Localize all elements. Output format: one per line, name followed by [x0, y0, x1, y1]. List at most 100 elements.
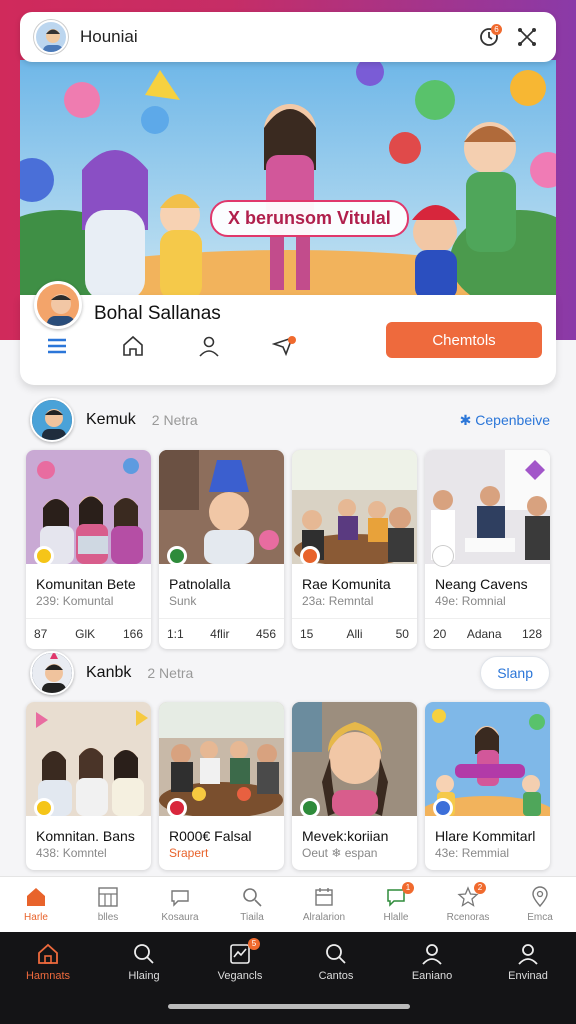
- send-button[interactable]: [270, 331, 300, 361]
- tab-eaniano[interactable]: Eaniano: [400, 942, 464, 982]
- card-stat: Adana: [466, 627, 502, 641]
- card-title: Patnolalla: [169, 576, 231, 592]
- community-card[interactable]: Hlare Kommitarl 43e: Remmial: [425, 702, 550, 870]
- home-indicator[interactable]: [168, 1004, 410, 1009]
- card-subtitle: 43e: Remmial: [435, 846, 510, 860]
- card-title: Komunitan Bete: [36, 576, 136, 592]
- card-status-dot: [300, 798, 320, 818]
- card-status-dot: [433, 798, 453, 818]
- notifications-button[interactable]: 6: [474, 22, 504, 52]
- location-pin-icon: [532, 886, 548, 908]
- profile-button[interactable]: [194, 331, 224, 361]
- home-icon: [38, 943, 58, 964]
- tab-emca[interactable]: Emca: [508, 886, 572, 923]
- profile-card: Bohal Sallanas Chemtols: [20, 281, 556, 385]
- card-stat: 1:1: [167, 627, 184, 641]
- tab-rcenoras[interactable]: 2 Rcenoras: [436, 882, 500, 923]
- card-title: Mevek:koriian: [302, 828, 389, 844]
- home-button[interactable]: [118, 331, 148, 361]
- tab-cantos[interactable]: Cantos: [304, 942, 368, 982]
- user-avatar[interactable]: [34, 20, 68, 54]
- tab-badge: 1: [402, 882, 414, 894]
- tab-blles[interactable]: blles: [76, 886, 140, 923]
- notification-badge: 6: [491, 24, 502, 35]
- menu-button[interactable]: [42, 331, 72, 361]
- card-title: Hlare Kommitarl: [435, 828, 536, 844]
- tab-label: Hlaing: [128, 970, 160, 982]
- section-count: 2 Netra: [151, 412, 198, 428]
- card-stat: Alli: [346, 627, 363, 641]
- card-stats: 20 Adana 128: [425, 618, 550, 649]
- section-action-link[interactable]: ✱ Cepenbeive: [460, 412, 550, 429]
- card-stat: 128: [521, 627, 542, 641]
- tab-hamnats[interactable]: Hamnats: [16, 942, 80, 982]
- card-stat: 87: [34, 627, 48, 641]
- section-header-2: Kanbk 2 Netra Slanp: [30, 648, 550, 698]
- profile-name: Bohal Sallanas: [94, 303, 221, 324]
- tab-label: Eaniano: [411, 970, 453, 982]
- card-subtitle: 23a: Remntal: [302, 594, 374, 608]
- card-row-2: Komnitan. Bans 438: Komntel R000€ Falsal…: [26, 702, 550, 870]
- card-stats: 15 Alli 50: [292, 618, 417, 649]
- community-card[interactable]: Neang Cavens 49e: Romnial 20 Adana 128: [425, 450, 550, 649]
- tab-label: Emca: [527, 912, 553, 923]
- tab-vegancls[interactable]: 5 Vegancls: [208, 938, 272, 982]
- community-card[interactable]: Patnolalla Sunk 1:1 4flir 456: [159, 450, 284, 649]
- section-avatar[interactable]: [30, 651, 74, 695]
- community-card[interactable]: R000€ Falsal Srapert: [159, 702, 284, 870]
- primary-action-button[interactable]: Chemtols: [386, 322, 542, 358]
- section-action-button[interactable]: Slanp: [480, 656, 550, 690]
- community-card[interactable]: Rae Komunita 23a: Remntal 15 Alli 50: [292, 450, 417, 649]
- card-status-dot: [34, 546, 54, 566]
- community-card[interactable]: Komnitan. Bans 438: Komntel: [26, 702, 151, 870]
- tab-hlaing[interactable]: Hlaing: [112, 942, 176, 982]
- card-stats: 87 GlK 166: [26, 618, 151, 649]
- card-stat: 15: [300, 627, 314, 641]
- card-stat: 166: [122, 627, 143, 641]
- search-icon: [326, 944, 346, 964]
- card-stats: 1:1 4flir 456: [159, 618, 284, 649]
- tab-label: Harle: [24, 912, 48, 923]
- grid-icon: [98, 887, 118, 907]
- network-icon: [518, 28, 536, 46]
- tab-label: blles: [97, 912, 119, 923]
- primary-tab-bar: Hamnats Hlaing 5 Vegancls Cantos Eaniano…: [0, 932, 576, 1024]
- section-count: 2 Netra: [147, 665, 194, 681]
- tab-hlalle[interactable]: 1 Hlalle: [364, 882, 428, 923]
- search-icon: [243, 888, 262, 907]
- section-title: Kemuk: [86, 411, 136, 428]
- card-status-dot: [433, 546, 453, 566]
- tab-label: Vegancls: [217, 970, 263, 982]
- tab-label: Hlalle: [383, 912, 409, 923]
- profile-nav: [42, 331, 300, 361]
- card-subtitle: 239: Komuntal: [36, 594, 114, 608]
- card-status-dot: [34, 798, 54, 818]
- community-card[interactable]: Komunitan Bete 239: Komuntal 87 GlK 166: [26, 450, 151, 649]
- home-icon: [27, 888, 45, 906]
- send-icon: [272, 336, 296, 357]
- card-title: Rae Komunita: [302, 576, 391, 592]
- tab-label: Alralarion: [302, 912, 346, 923]
- card-subtitle: Sunk: [169, 594, 197, 608]
- tab-envinad[interactable]: Envinad: [496, 942, 560, 982]
- card-stat: 456: [255, 627, 276, 641]
- share-button[interactable]: [512, 22, 542, 52]
- chat-bubble-icon: [171, 890, 189, 907]
- community-card[interactable]: Mevek:koriian Oeut ❄ espan: [292, 702, 417, 870]
- section-avatar[interactable]: [30, 398, 74, 442]
- card-subtitle: 438: Komntel: [36, 846, 107, 860]
- card-title: R000€ Falsal: [169, 828, 252, 844]
- tab-alralarion[interactable]: Alralarion: [292, 886, 356, 923]
- profile-avatar[interactable]: [34, 281, 82, 329]
- tab-tiaila[interactable]: Tiaila: [220, 886, 284, 923]
- card-stat: 50: [395, 627, 409, 641]
- card-status-dot: [300, 546, 320, 566]
- card-row-1: Komunitan Bete 239: Komuntal 87 GlK 166 …: [26, 450, 550, 649]
- section-header-1: Kemuk 2 Netra ✱ Cepenbeive: [30, 395, 550, 445]
- hero-illustration: X berunsom Vitulal: [20, 60, 556, 300]
- card-stat: 20: [433, 627, 447, 641]
- tab-kosaura[interactable]: Kosaura: [148, 886, 212, 923]
- card-stat: 4flir: [210, 627, 230, 641]
- tab-harle[interactable]: Harle: [4, 886, 68, 923]
- card-stat: GlK: [75, 627, 96, 641]
